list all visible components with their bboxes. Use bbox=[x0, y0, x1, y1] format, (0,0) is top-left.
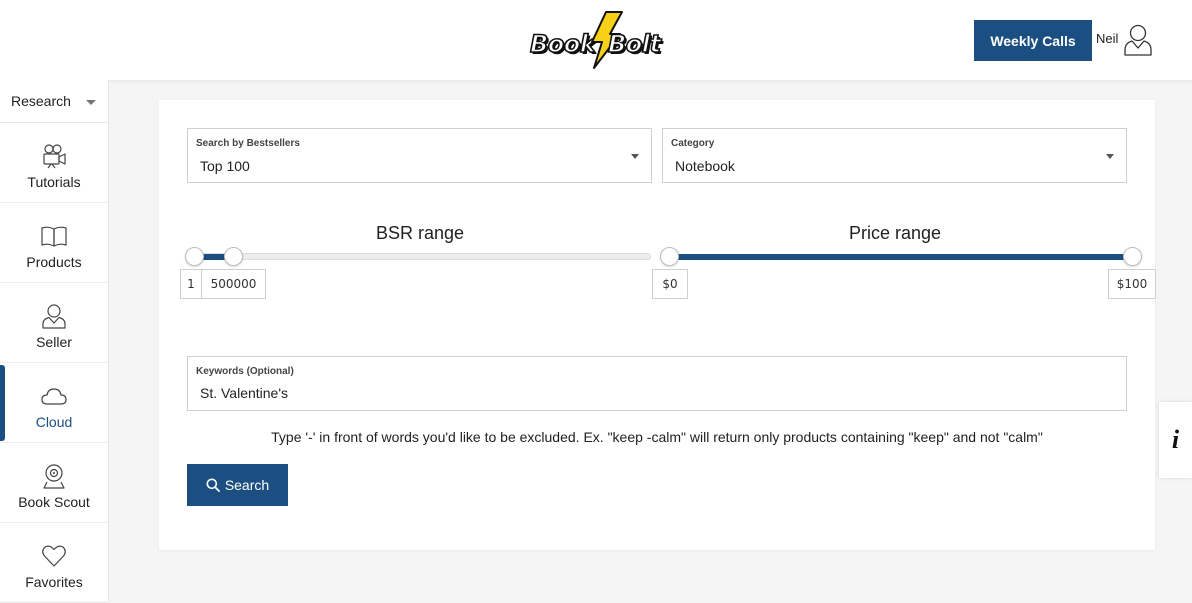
sidebar-item-seller[interactable]: Seller bbox=[0, 283, 108, 363]
category-select[interactable]: Category Notebook bbox=[662, 128, 1127, 183]
book-bolt-logo[interactable]: Book Bolt bbox=[528, 10, 678, 70]
search-button[interactable]: Search bbox=[187, 464, 288, 506]
price-range-title: Price range bbox=[849, 223, 942, 243]
search-card: Search by Bestsellers Top 100 Category N… bbox=[159, 100, 1156, 550]
weekly-calls-button[interactable]: Weekly Calls bbox=[974, 20, 1092, 61]
bsr-range-title: BSR range bbox=[376, 223, 465, 243]
sidebar-item-book-scout[interactable]: Book Scout bbox=[0, 443, 108, 523]
price-max-value[interactable]: $100 bbox=[1108, 269, 1156, 299]
keywords-field[interactable]: Keywords (Optional) St. Valentine's bbox=[187, 356, 1127, 411]
search-icon bbox=[206, 478, 220, 492]
search-button-label: Search bbox=[224, 477, 270, 493]
bsr-max-handle[interactable] bbox=[224, 247, 243, 266]
cloud-icon bbox=[41, 388, 67, 405]
category-value: Notebook bbox=[675, 158, 735, 174]
keywords-input[interactable]: St. Valentine's bbox=[200, 385, 288, 401]
top-header: Book Bolt Weekly Calls Neil bbox=[0, 0, 1192, 80]
sidebar-item-cloud[interactable]: Cloud bbox=[0, 363, 108, 443]
bsr-min-handle[interactable] bbox=[185, 247, 204, 266]
sidebar-item-label: Favorites bbox=[25, 574, 83, 590]
info-icon: i bbox=[1171, 425, 1180, 454]
webcam-icon bbox=[43, 464, 65, 489]
chevron-down-icon bbox=[86, 100, 96, 105]
user-name[interactable]: Neil bbox=[1096, 31, 1118, 46]
price-max-handle[interactable] bbox=[1123, 247, 1142, 266]
user-avatar-icon[interactable] bbox=[1122, 22, 1154, 56]
keywords-label: Keywords (Optional) bbox=[196, 366, 294, 377]
info-tab[interactable]: i bbox=[1159, 402, 1192, 478]
sidebar-item-label: Cloud bbox=[35, 414, 73, 430]
category-label: Category bbox=[671, 138, 715, 149]
section-select-value: Research bbox=[11, 93, 71, 109]
sidebar: Research Tutorials Products Seller Cloud… bbox=[0, 80, 109, 603]
price-slider-track[interactable] bbox=[669, 254, 1133, 260]
bsr-min-value[interactable]: 1 bbox=[180, 269, 202, 299]
person-icon bbox=[42, 304, 66, 329]
sidebar-item-tutorials[interactable]: Tutorials bbox=[0, 123, 108, 203]
sidebar-item-label: Products bbox=[26, 254, 82, 270]
keywords-hint: Type '-' in front of words you'd like to… bbox=[271, 429, 1043, 445]
video-camera-icon bbox=[43, 144, 66, 169]
bestsellers-label: Search by Bestsellers bbox=[196, 138, 300, 149]
heart-icon bbox=[42, 545, 66, 567]
sidebar-item-label: Book Scout bbox=[18, 494, 90, 510]
bsr-slider-track[interactable] bbox=[195, 253, 651, 260]
bsr-max-value[interactable]: 500000 bbox=[201, 269, 266, 299]
logo-text-bolt: Bolt bbox=[607, 29, 662, 59]
sidebar-item-favorites[interactable]: Favorites bbox=[0, 523, 108, 603]
price-min-handle[interactable] bbox=[660, 247, 679, 266]
bestsellers-select[interactable]: Search by Bestsellers Top 100 bbox=[187, 128, 652, 183]
sidebar-item-label: Seller bbox=[36, 334, 72, 350]
bestsellers-value: Top 100 bbox=[200, 158, 250, 174]
chevron-down-icon bbox=[1106, 154, 1114, 159]
chevron-down-icon bbox=[631, 154, 639, 159]
price-min-value[interactable]: $0 bbox=[652, 269, 688, 299]
sidebar-item-label: Tutorials bbox=[27, 174, 81, 190]
book-icon bbox=[41, 226, 67, 247]
sidebar-item-products[interactable]: Products bbox=[0, 203, 108, 283]
section-select[interactable]: Research bbox=[0, 80, 108, 123]
